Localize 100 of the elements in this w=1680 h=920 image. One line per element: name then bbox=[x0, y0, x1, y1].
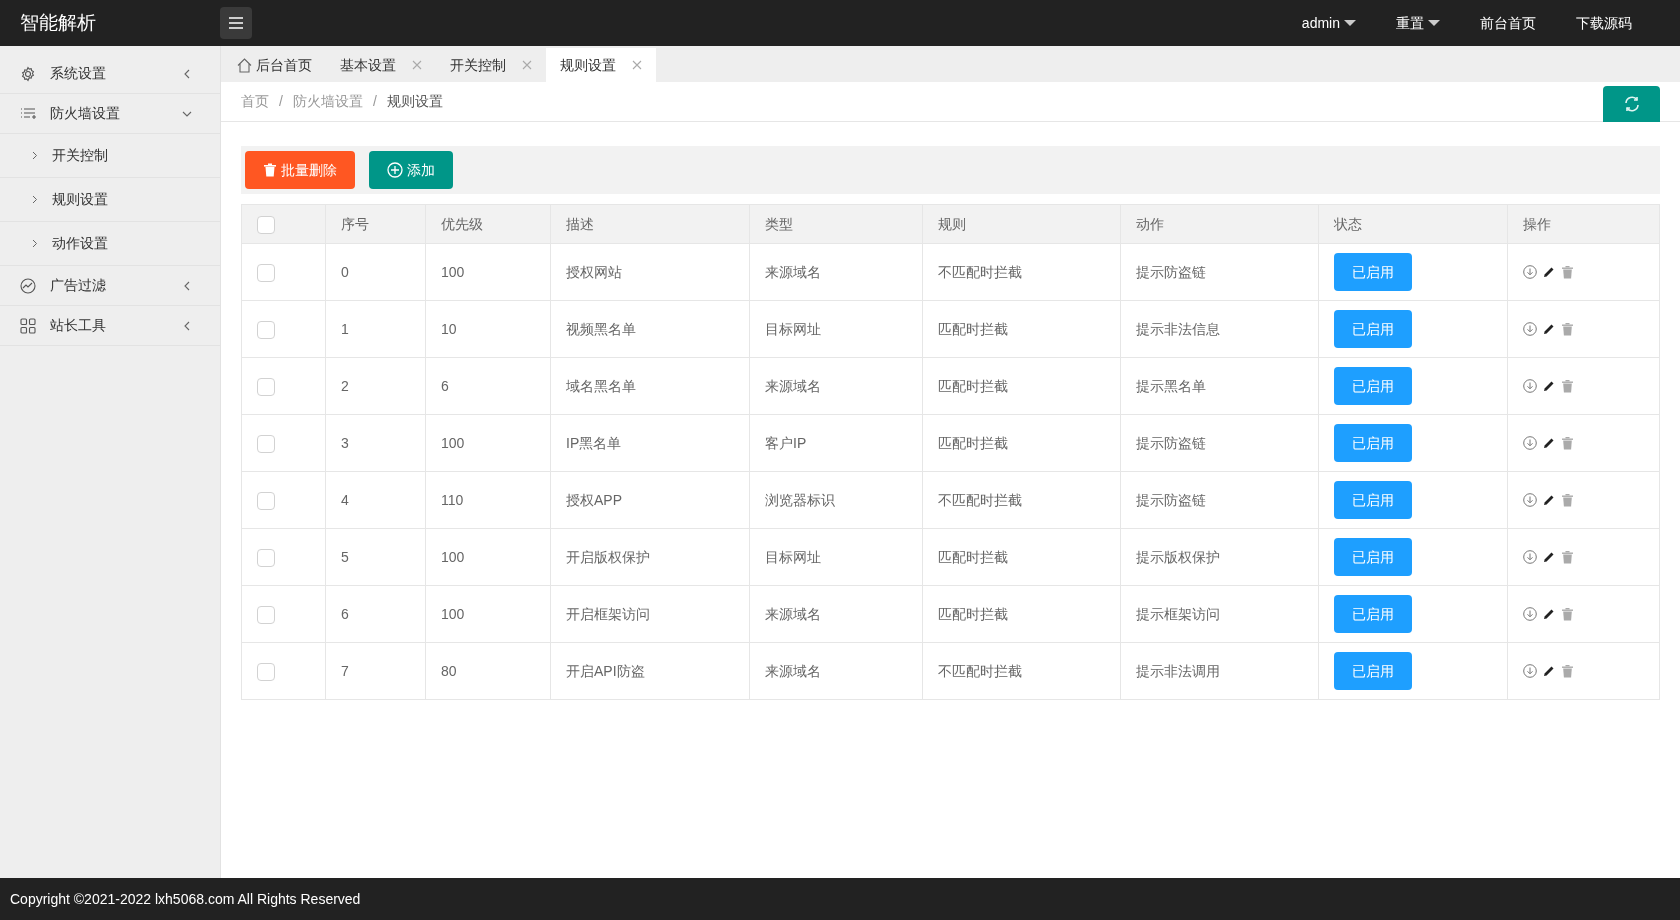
table-cell: 目标网址 bbox=[765, 320, 821, 337]
tab[interactable]: 规则设置 bbox=[546, 48, 656, 82]
sidebar-item[interactable]: 系统设置 bbox=[0, 54, 220, 94]
table-cell: 视频黑名单 bbox=[566, 320, 636, 337]
tab[interactable]: 开关控制 bbox=[436, 48, 546, 82]
download-icon[interactable] bbox=[1523, 436, 1537, 450]
table-cell: 1 bbox=[341, 320, 349, 337]
settings-icon bbox=[20, 65, 36, 82]
download-icon[interactable] bbox=[1523, 550, 1537, 564]
table-cell: 提示非法信息 bbox=[1136, 320, 1220, 337]
sidebar-subitem[interactable]: 动作设置 bbox=[0, 222, 220, 266]
download-icon[interactable] bbox=[1523, 664, 1537, 678]
nav-link[interactable]: admin bbox=[1281, 12, 1376, 34]
table-cell: 10 bbox=[441, 320, 457, 337]
column-header: 类型 bbox=[765, 215, 793, 232]
table-cell: 0 bbox=[341, 263, 349, 280]
table-cell: 提示框架访问 bbox=[1136, 605, 1220, 622]
table-cell: 80 bbox=[441, 662, 457, 679]
list-icon bbox=[20, 105, 36, 122]
trash-icon[interactable] bbox=[1561, 607, 1574, 621]
trash-icon[interactable] bbox=[1561, 550, 1574, 564]
close-icon[interactable] bbox=[412, 60, 422, 70]
table-cell: 2 bbox=[341, 377, 349, 394]
tab[interactable]: 基本设置 bbox=[326, 48, 436, 82]
close-icon[interactable] bbox=[632, 60, 642, 70]
pencil-icon[interactable] bbox=[1543, 608, 1555, 620]
table-cell: 6 bbox=[441, 377, 449, 394]
table-cell: 授权APP bbox=[566, 491, 622, 508]
download-icon[interactable] bbox=[1523, 607, 1537, 621]
table-cell: 5 bbox=[341, 548, 349, 565]
sidebar-subitem[interactable]: 开关控制 bbox=[0, 134, 220, 178]
trash-icon[interactable] bbox=[1561, 322, 1574, 336]
table-cell: 3 bbox=[341, 434, 349, 451]
breadcrumb-current[interactable]: 规则设置 bbox=[386, 91, 443, 112]
checkbox[interactable] bbox=[257, 320, 275, 339]
menu-toggle-button[interactable] bbox=[220, 7, 252, 39]
column-header: 规则 bbox=[938, 215, 966, 232]
column-header: 操作 bbox=[1523, 215, 1551, 232]
table-cell: 提示非法调用 bbox=[1136, 662, 1220, 679]
close-icon[interactable] bbox=[522, 60, 532, 70]
table-cell: 开启API防盗 bbox=[566, 662, 645, 679]
table-cell: 目标网址 bbox=[765, 548, 821, 565]
copyright-text: Copyright ©2021-2022 lxh5068.com All Rights Reserved bbox=[10, 889, 361, 909]
table-cell: 提示防盗链 bbox=[1136, 263, 1206, 280]
checkbox[interactable] bbox=[257, 662, 275, 681]
checkbox[interactable] bbox=[257, 263, 275, 282]
nav-link[interactable]: 重置 bbox=[1376, 12, 1460, 34]
table-cell: 匹配时拦截 bbox=[938, 434, 1008, 451]
table-cell: 匹配时拦截 bbox=[938, 377, 1008, 394]
sidebar-item[interactable]: 广告过滤 bbox=[0, 266, 220, 306]
table-cell: 来源域名 bbox=[765, 662, 821, 679]
home-icon bbox=[237, 57, 252, 73]
menu-icon bbox=[228, 17, 244, 29]
pencil-icon[interactable] bbox=[1543, 665, 1555, 677]
trash-icon[interactable] bbox=[1561, 436, 1574, 450]
table-cell: 来源域名 bbox=[765, 605, 821, 622]
breadcrumb-separator: / bbox=[372, 92, 377, 111]
trash-icon[interactable] bbox=[1561, 493, 1574, 507]
table-cell: 4 bbox=[341, 491, 349, 508]
refresh-button[interactable] bbox=[1603, 85, 1660, 122]
nav-link[interactable]: 前台首页 bbox=[1460, 12, 1556, 34]
table-cell: 匹配时拦截 bbox=[938, 548, 1008, 565]
column-header: 动作 bbox=[1136, 215, 1164, 232]
checkbox[interactable] bbox=[257, 215, 275, 234]
tab[interactable]: 后台首页 bbox=[223, 48, 326, 82]
pencil-icon[interactable] bbox=[1543, 323, 1555, 335]
trash-icon[interactable] bbox=[1561, 379, 1574, 393]
table-cell: 6 bbox=[341, 605, 349, 622]
download-icon[interactable] bbox=[1523, 493, 1537, 507]
pencil-icon[interactable] bbox=[1543, 551, 1555, 563]
checkbox[interactable] bbox=[257, 548, 275, 567]
add-button[interactable]: 添加 bbox=[369, 151, 453, 189]
table-cell: 域名黑名单 bbox=[566, 377, 636, 394]
checkbox[interactable] bbox=[257, 377, 275, 396]
table-cell: 100 bbox=[441, 263, 465, 280]
checkbox[interactable] bbox=[257, 434, 275, 453]
sidebar-item[interactable]: 站长工具 bbox=[0, 306, 220, 346]
pencil-icon[interactable] bbox=[1543, 266, 1555, 278]
checkbox[interactable] bbox=[257, 491, 275, 510]
download-icon[interactable] bbox=[1523, 265, 1537, 279]
trash-icon[interactable] bbox=[1561, 664, 1574, 678]
pencil-icon[interactable] bbox=[1543, 437, 1555, 449]
sidebar-subitem[interactable]: 规则设置 bbox=[0, 178, 220, 222]
table-cell: 客户IP bbox=[765, 434, 807, 451]
column-header: 描述 bbox=[566, 215, 594, 232]
pencil-icon[interactable] bbox=[1543, 380, 1555, 392]
breadcrumb-separator: / bbox=[279, 92, 283, 111]
table-cell: 100 bbox=[441, 548, 465, 565]
download-icon[interactable] bbox=[1523, 322, 1537, 336]
download-icon[interactable] bbox=[1523, 379, 1537, 393]
trash-icon[interactable] bbox=[1561, 265, 1574, 279]
pencil-icon[interactable] bbox=[1543, 494, 1555, 506]
nav-link[interactable]: 下载源码 bbox=[1556, 12, 1652, 34]
table-cell: 开启版权保护 bbox=[566, 548, 650, 565]
column-header: 优先级 bbox=[441, 215, 483, 232]
column-header: 状态 bbox=[1334, 215, 1362, 232]
checkbox[interactable] bbox=[257, 605, 275, 624]
sidebar-item[interactable]: 防火墙设置 bbox=[0, 94, 220, 134]
table-cell: 不匹配时拦截 bbox=[938, 491, 1022, 508]
table-cell: 来源域名 bbox=[765, 263, 821, 280]
